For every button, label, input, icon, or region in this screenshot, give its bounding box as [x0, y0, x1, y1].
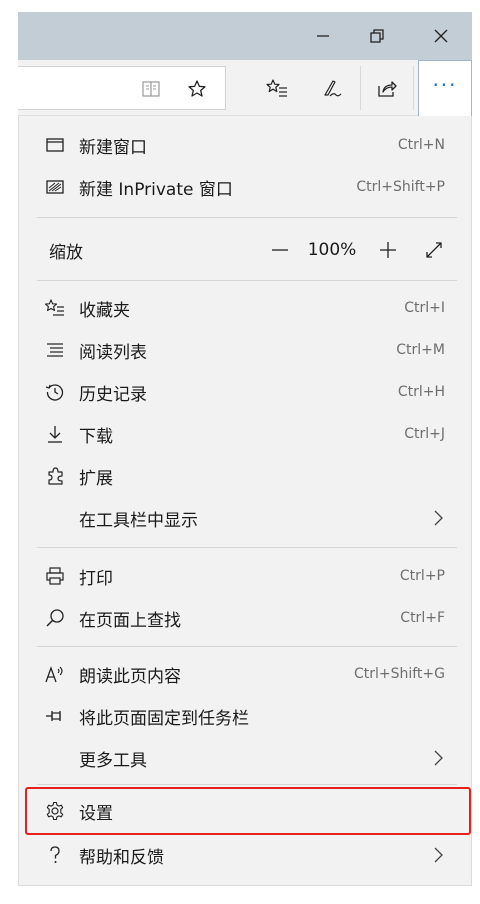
- menu-item-label: 帮助和反馈: [79, 847, 164, 868]
- zoom-label: 缩放: [49, 242, 83, 263]
- reading-view-button[interactable]: [131, 67, 171, 111]
- title-bar: [18, 12, 472, 60]
- more-icon: ···: [432, 72, 458, 97]
- menu-item-new-window[interactable]: 新建窗口 Ctrl+N: [19, 124, 473, 166]
- minimize-button[interactable]: [299, 12, 347, 60]
- chevron-right-icon: [434, 847, 443, 863]
- restore-button[interactable]: [353, 12, 401, 60]
- shortcut-text: Ctrl+J: [404, 426, 445, 442]
- menu-item-label: 历史记录: [79, 384, 147, 405]
- menu-item-reading-list[interactable]: 阅读列表 Ctrl+M: [19, 329, 473, 371]
- favorites-button[interactable]: [253, 66, 301, 110]
- menu-item-label: 朗读此页内容: [79, 666, 181, 687]
- shortcut-text: Ctrl+H: [397, 384, 445, 400]
- chevron-right-icon: [434, 750, 443, 766]
- menu-item-label: 阅读列表: [79, 342, 147, 363]
- shortcut-text: Ctrl+N: [397, 137, 445, 153]
- menu-item-label: 收藏夹: [79, 300, 130, 321]
- menu-item-zoom: 缩放 100%: [19, 229, 473, 271]
- address-bar[interactable]: [18, 66, 226, 110]
- printer-icon: [43, 564, 67, 588]
- menu-item-show-in-toolbar[interactable]: 在工具栏中显示: [19, 497, 473, 539]
- add-favorite-button[interactable]: [177, 67, 217, 111]
- shortcut-text: Ctrl+I: [404, 300, 445, 316]
- menu-divider: [37, 547, 457, 548]
- favorites-icon: [43, 296, 67, 320]
- reading-list-icon: [43, 338, 67, 362]
- menu-divider: [37, 280, 457, 281]
- menu-item-pin-to-taskbar[interactable]: 将此页面固定到任务栏: [19, 695, 473, 737]
- minimize-icon: [317, 35, 329, 37]
- web-note-button[interactable]: [308, 66, 356, 110]
- menu-item-favorites[interactable]: 收藏夹 Ctrl+I: [19, 287, 473, 329]
- menu-item-label: 打印: [79, 568, 113, 589]
- menu-item-more-tools[interactable]: 更多工具: [19, 737, 473, 779]
- menu-item-label: 新建 InPrivate 窗口: [79, 179, 233, 200]
- close-icon: [434, 29, 448, 43]
- extensions-icon: [43, 464, 67, 488]
- menu-item-print[interactable]: 打印 Ctrl+P: [19, 555, 473, 597]
- menu-item-label: 新建窗口: [79, 137, 147, 158]
- download-icon: [43, 422, 67, 446]
- browser-toolbar: ···: [18, 60, 472, 116]
- menu-item-label: 在页面上查找: [79, 610, 181, 631]
- zoom-out-button[interactable]: [267, 229, 293, 271]
- menu-item-label: 将此页面固定到任务栏: [79, 708, 249, 729]
- share-button[interactable]: [360, 66, 414, 110]
- share-icon: [378, 81, 397, 97]
- menu-divider: [37, 217, 457, 218]
- close-button[interactable]: [417, 12, 465, 60]
- zoom-value: 100%: [307, 240, 357, 260]
- menu-item-label: 在工具栏中显示: [79, 510, 198, 531]
- menu-divider: [37, 646, 457, 647]
- window-icon: [43, 133, 67, 157]
- shortcut-text: Ctrl+P: [399, 568, 445, 584]
- favorites-icon: [266, 79, 287, 97]
- web-note-icon: [324, 80, 342, 97]
- menu-item-help-feedback[interactable]: 帮助和反馈: [19, 834, 473, 876]
- fullscreen-button[interactable]: [421, 229, 447, 271]
- pin-icon: [43, 704, 67, 728]
- zoom-out-icon: [272, 249, 288, 251]
- inprivate-icon: [43, 175, 67, 199]
- shortcut-text: Ctrl+M: [396, 342, 445, 358]
- read-aloud-icon: [43, 662, 67, 686]
- menu-item-label: 下载: [79, 426, 113, 447]
- settings-highlight-box: [25, 787, 471, 835]
- menu-item-label: 扩展: [79, 468, 113, 489]
- fullscreen-icon: [426, 242, 442, 258]
- zoom-in-button[interactable]: [375, 229, 401, 271]
- menu-item-extensions[interactable]: 扩展: [19, 455, 473, 497]
- shortcut-text: Ctrl+Shift+P: [356, 179, 445, 195]
- menu-item-label: 更多工具: [79, 750, 147, 771]
- menu-item-new-inprivate[interactable]: 新建 InPrivate 窗口 Ctrl+Shift+P: [19, 166, 473, 208]
- history-icon: [43, 380, 67, 404]
- help-icon: [43, 843, 67, 867]
- shortcut-text: Ctrl+F: [400, 610, 445, 626]
- menu-divider: [37, 784, 457, 785]
- menu-item-downloads[interactable]: 下载 Ctrl+J: [19, 413, 473, 455]
- menu-item-read-aloud[interactable]: 朗读此页内容 Ctrl+Shift+G: [19, 653, 473, 695]
- menu-item-history[interactable]: 历史记录 Ctrl+H: [19, 371, 473, 413]
- chevron-right-icon: [434, 510, 443, 526]
- add-favorite-star-icon: [188, 80, 206, 97]
- zoom-in-icon: [380, 242, 396, 258]
- search-icon: [43, 606, 67, 630]
- more-button[interactable]: ···: [418, 60, 472, 116]
- menu-item-find-on-page[interactable]: 在页面上查找 Ctrl+F: [19, 597, 473, 639]
- restore-icon: [370, 29, 384, 43]
- settings-menu: 新建窗口 Ctrl+N 新建 InPrivate 窗口 Ctrl+Shift+P…: [18, 116, 472, 886]
- reading-view-icon: [142, 81, 160, 97]
- shortcut-text: Ctrl+Shift+G: [353, 666, 445, 682]
